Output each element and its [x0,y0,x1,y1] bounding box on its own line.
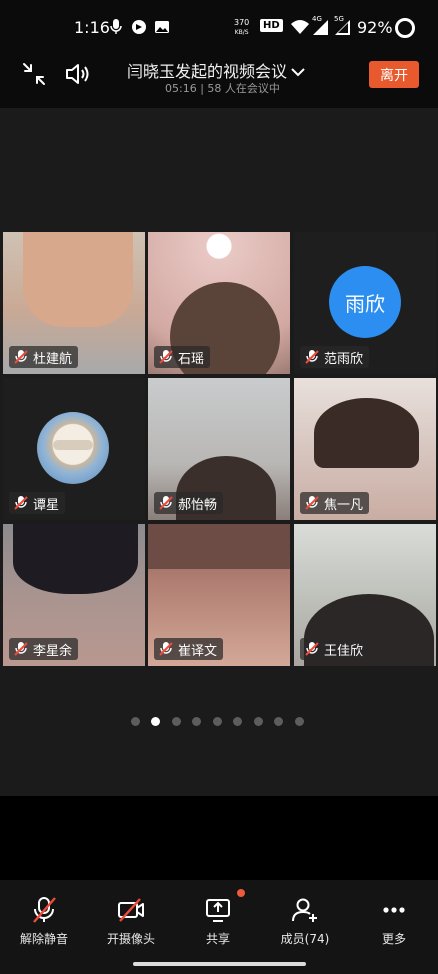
page-dot[interactable] [274,717,283,726]
participant-tile-tan-xing[interactable]: 谭星 [3,378,145,520]
mic-muted-icon [14,350,28,364]
camera-off-icon [118,898,144,922]
participant-name-tag: 王佳欣 [300,638,370,660]
chevron-down-icon[interactable] [291,62,305,81]
participant-name-tag: 崔译文 [154,638,224,660]
screen-share-icon [206,899,230,922]
participant-tile-fan-yuxin[interactable]: 雨欣 范雨欣 [294,232,436,374]
camera-button[interactable] [91,895,171,929]
avatar: 雨欣 [329,266,401,338]
minimize-icon[interactable] [22,62,46,90]
more-button[interactable] [354,895,434,929]
mic-muted-icon [159,350,173,364]
participant-video [148,524,290,569]
page-dot[interactable] [171,717,181,726]
page-dot[interactable] [253,717,263,726]
participant-video [314,398,419,468]
add-member-icon [292,898,317,922]
members-label[interactable]: 成员(74) [265,930,345,947]
avatar-initials: 雨欣 [345,291,385,316]
participant-name: 杜建航 [33,351,73,367]
clock: 1:16 [74,18,110,37]
participant-video [23,232,133,327]
mic-muted-icon [159,642,173,656]
mic-muted-icon [305,642,319,656]
page-dot[interactable] [130,717,140,726]
participant-tile-hao-yichang[interactable]: 郝怡畅 [148,378,290,520]
goat-avatar-ears [53,440,93,450]
share-button[interactable] [178,895,258,929]
battery-percent: 92% [357,18,393,37]
unmute-label[interactable]: 解除静音 [4,930,84,947]
meeting-title[interactable]: 闫晓玉发起的视频会议 [127,58,287,82]
mic-muted-icon [159,496,173,510]
signal-4g-icon [312,19,328,39]
page-dot[interactable] [192,717,201,726]
mic-muted-icon [305,350,319,364]
participant-tile-cui-yiwen[interactable]: 崔译文 [148,524,290,666]
participant-name: 郝怡畅 [178,497,218,513]
participant-name-tag: 郝怡畅 [154,492,224,514]
home-indicator[interactable] [133,962,306,966]
share-label[interactable]: 共享 [178,930,258,947]
participant-name-tag: 李星余 [9,638,79,660]
signal-5g-icon [334,19,350,39]
participant-name: 李星余 [33,643,73,659]
members-button[interactable] [265,895,345,929]
participant-tile-wang-jiaxin[interactable]: 王佳欣 [294,524,436,666]
leave-button[interactable]: 离开 [369,61,419,88]
page-dot[interactable] [212,717,222,726]
participant-tile-jiao-yifan[interactable]: 焦一凡 [294,378,436,520]
app-notification-icon [131,19,147,39]
network-speed: 370 KB/S [234,18,250,36]
page-dot[interactable] [294,717,304,726]
participant-video [13,524,138,594]
hd-badge: HD [260,19,283,32]
participant-tile-du-jianhang[interactable]: 杜建航 [3,232,145,374]
microphone-status-icon [110,19,122,39]
image-notification-icon [154,19,170,39]
more-dots-icon [383,907,405,913]
more-label[interactable]: 更多 [354,930,434,947]
page-dot[interactable] [233,717,242,726]
participant-tile-li-xingyu[interactable]: 李星余 [3,524,145,666]
status-bar: 1:16 370 KB/S HD 4G 5G 92% [0,0,438,56]
participant-name-tag: 石瑶 [154,346,211,368]
unmute-button[interactable] [4,895,84,929]
participant-name: 范雨欣 [324,351,364,367]
wifi-icon [291,19,309,39]
participant-name-tag: 谭星 [9,492,66,514]
page-dot[interactable] [151,717,160,726]
participant-tile-shi-yao[interactable]: 石瑶 [148,232,290,374]
participant-name-tag: 杜建航 [9,346,79,368]
mic-muted-icon [14,642,28,656]
speaker-icon[interactable] [64,62,92,90]
meeting-status: 05:16 | 58 人在会议中 [165,82,280,95]
participant-name: 崔译文 [178,643,218,659]
battery-icon [395,18,415,38]
share-notification-badge [237,889,245,897]
participant-name-tag: 焦一凡 [300,492,370,514]
participant-name: 王佳欣 [324,643,364,659]
camera-label[interactable]: 开摄像头 [91,930,171,947]
participant-name: 石瑶 [178,351,205,367]
mic-muted-icon [14,496,28,510]
mic-muted-icon [305,496,319,510]
participant-name-tag: 范雨欣 [300,346,370,368]
avatar [37,412,109,484]
participant-name: 谭星 [33,497,60,513]
page-indicator[interactable] [0,714,438,728]
participant-name: 焦一凡 [324,497,364,513]
mic-muted-icon [33,897,56,923]
